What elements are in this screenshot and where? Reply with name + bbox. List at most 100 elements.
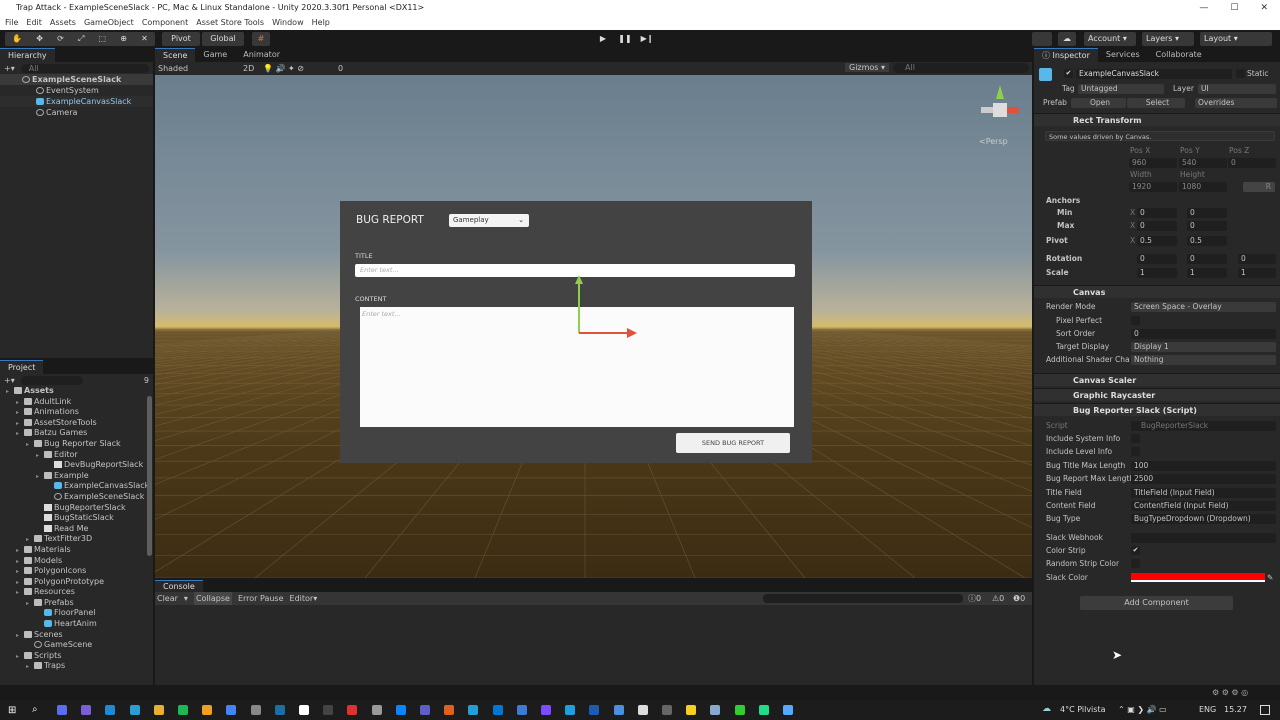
script-field[interactable]: BugReporterSlack — [1131, 421, 1276, 431]
taskbar-app-icon[interactable] — [395, 705, 406, 715]
rotz-field[interactable]: 0 — [1238, 254, 1276, 264]
taskbar-app-icon[interactable] — [710, 705, 721, 715]
project-item[interactable]: ▸ Bug Reporter Slack — [0, 439, 153, 450]
bug-reporter-script-header[interactable]: Bug Reporter Slack (Script) — [1034, 403, 1280, 416]
taskbar-app-icon[interactable] — [57, 705, 67, 715]
project-search[interactable] — [20, 375, 83, 385]
start-button[interactable]: ⊞ — [8, 705, 16, 716]
maxy-field[interactable]: 0 — [1187, 221, 1227, 231]
project-item[interactable]: FloorPanel — [0, 608, 153, 619]
shader-channels-dropdown[interactable]: Nothing — [1131, 355, 1276, 365]
project-item[interactable]: ▸ Editor — [0, 450, 153, 461]
color-strip-checkbox[interactable]: ✔ — [1131, 546, 1140, 555]
eyedropper-icon[interactable]: ✎ — [1267, 573, 1273, 583]
log-count[interactable]: ⓘ0 — [968, 592, 981, 605]
project-item[interactable]: ▸ Scripts — [0, 651, 153, 662]
project-item[interactable]: ▸ AdultLink — [0, 397, 153, 408]
report-max-field[interactable]: 2500 — [1131, 474, 1276, 484]
render-mode-dropdown[interactable]: Screen Space - Overlay — [1131, 302, 1276, 312]
content-input[interactable]: Enter text... — [360, 307, 794, 427]
taskbar-app-icon[interactable] — [274, 705, 285, 715]
scz-field[interactable]: 1 — [1238, 268, 1276, 278]
tab-collaborate[interactable]: Collaborate — [1148, 48, 1210, 62]
tab-services[interactable]: Services — [1098, 48, 1148, 62]
hierarchy-item[interactable]: Camera — [0, 107, 153, 118]
transform-tool-icon[interactable]: ⊕ — [120, 32, 127, 46]
minimize-button[interactable]: — — [1199, 0, 1208, 16]
tab-hierarchy[interactable]: Hierarchy — [0, 48, 55, 62]
clear-dropdown-icon[interactable]: ▾ — [184, 592, 188, 605]
project-item[interactable]: BugReporterSlack — [0, 503, 153, 514]
hand-tool-icon[interactable]: ✋ — [12, 32, 22, 46]
pixel-perfect-checkbox[interactable] — [1131, 316, 1140, 325]
canvas-header[interactable]: Canvas — [1034, 285, 1280, 298]
error-pause-toggle[interactable]: Error Pause — [238, 592, 284, 605]
minx-field[interactable]: 0 — [1137, 208, 1177, 218]
taskbar-app-icon[interactable] — [129, 705, 140, 715]
notification-icon[interactable] — [1260, 705, 1270, 715]
taskbar-app-icon[interactable] — [81, 705, 92, 715]
rotate-tool-icon[interactable]: ⟳ — [57, 32, 64, 46]
pos-y-field[interactable]: 540 — [1179, 158, 1227, 168]
layer-dropdown[interactable]: UI — [1198, 84, 1276, 94]
scale-tool-icon[interactable]: ⤢ — [78, 32, 84, 46]
editor-dropdown[interactable]: Editor▾ — [290, 592, 318, 605]
tab-project[interactable]: Project — [0, 360, 44, 374]
move-tool-icon[interactable]: ✥ — [36, 32, 43, 46]
menu-gameobject[interactable]: GameObject — [84, 16, 134, 30]
miny-field[interactable]: 0 — [1187, 208, 1227, 218]
project-item[interactable]: ▸ Models — [0, 556, 153, 567]
move-gizmo-x-axis[interactable] — [579, 332, 629, 334]
play-button[interactable]: ▶ — [594, 32, 612, 46]
add-component-button[interactable]: Add Component — [1080, 596, 1233, 610]
taskbar-app-icon[interactable] — [347, 705, 358, 715]
taskbar-app-icon[interactable] — [783, 705, 793, 715]
pivx-field[interactable]: 0.5 — [1137, 236, 1177, 246]
menu-edit[interactable]: Edit — [26, 16, 42, 30]
layers-dropdown[interactable]: Layers ▾ — [1142, 32, 1194, 46]
warning-count[interactable]: ⚠0 — [992, 592, 1004, 605]
taskbar-app-icon[interactable] — [662, 705, 672, 715]
menu-assets[interactable]: Assets — [50, 16, 76, 30]
taskbar-app-icon[interactable] — [734, 705, 745, 715]
shading-dropdown[interactable]: Shaded — [158, 64, 188, 73]
static-dropdown[interactable]: Static — [1247, 69, 1268, 79]
graphic-raycaster-header[interactable]: Graphic Raycaster — [1034, 388, 1280, 401]
2d-toggle[interactable]: 2D — [243, 64, 254, 73]
taskbar-app-icon[interactable] — [202, 705, 213, 715]
taskbar-app-icon[interactable] — [371, 705, 382, 715]
hierarchy-item[interactable]: EventSystem — [0, 85, 153, 96]
content-field-field[interactable]: ContentField (Input Field) — [1131, 501, 1276, 511]
orientation-gizmo[interactable]: <Persp — [975, 83, 1025, 153]
taskbar-app-icon[interactable] — [153, 705, 164, 715]
pos-x-field[interactable]: 960 — [1129, 158, 1177, 168]
taskbar-app-icon[interactable] — [565, 705, 576, 715]
rect-tool-icon[interactable]: ⬚ — [99, 32, 107, 46]
clock[interactable]: 15.27 — [1224, 705, 1247, 714]
send-bug-report-button[interactable]: SEND BUG REPORT — [676, 433, 790, 453]
project-item[interactable]: ▸ Prefabs — [0, 598, 153, 609]
pause-button[interactable]: ❚❚ — [616, 32, 634, 46]
layout-dropdown[interactable]: Layout ▾ — [1200, 32, 1272, 46]
tray-icons[interactable]: ⌃ ▣ ❯ 🔊 ▭ — [1118, 705, 1167, 714]
pivy-field[interactable]: 0.5 — [1187, 236, 1227, 246]
random-strip-checkbox[interactable] — [1131, 559, 1140, 568]
bug-type-field[interactable]: BugTypeDropdown (Dropdown) — [1131, 514, 1276, 524]
project-item[interactable]: ▸ PolygonIcons — [0, 566, 153, 577]
project-item[interactable]: ▸ Traps — [0, 661, 153, 671]
tab-game[interactable]: Game — [195, 48, 235, 62]
taskbar-app-icon[interactable] — [589, 705, 600, 715]
tab-scene[interactable]: Scene — [155, 48, 196, 62]
y-arrow-icon[interactable] — [575, 275, 583, 284]
project-item[interactable]: ▸ Animations — [0, 407, 153, 418]
taskbar-app-icon[interactable] — [178, 705, 188, 715]
bug-type-dropdown[interactable]: Gameplay ⌄ — [449, 214, 529, 227]
taskbar-app-icon[interactable] — [516, 705, 527, 715]
x-arrow-icon[interactable] — [627, 328, 637, 338]
rotx-field[interactable]: 0 — [1137, 254, 1177, 264]
project-scrollbar[interactable] — [147, 396, 152, 556]
taskbar-app-icon[interactable] — [444, 705, 455, 715]
taskbar-app-icon[interactable] — [323, 705, 334, 715]
sort-order-field[interactable]: 0 — [1131, 329, 1276, 339]
account-dropdown[interactable]: Account ▾ — [1084, 32, 1136, 46]
